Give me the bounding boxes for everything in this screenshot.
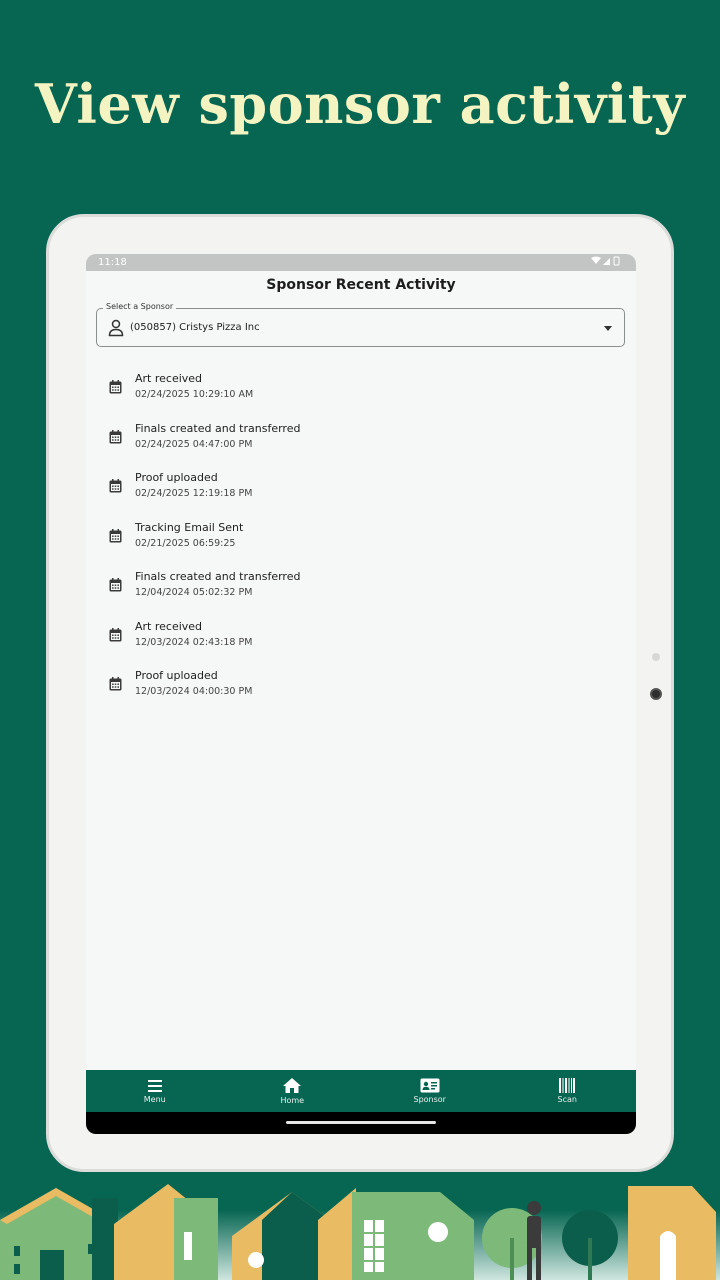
nav-menu-label: Menu: [143, 1094, 166, 1104]
nav-home[interactable]: Home: [224, 1070, 362, 1112]
bottom-nav: Menu Home Sponsor Scan: [86, 1070, 636, 1112]
nav-home-label: Home: [280, 1096, 305, 1105]
sponsor-select-label: Select a Sponsor: [103, 302, 177, 311]
calendar-icon: [109, 578, 122, 592]
activity-title: Finals created and transferred: [135, 570, 301, 583]
nav-sponsor-label: Sponsor: [413, 1095, 446, 1104]
activity-date: 02/24/2025 12:19:18 PM: [135, 488, 253, 499]
activity-date: 02/21/2025 06:59:25: [135, 537, 236, 549]
status-time: 11:18: [98, 257, 127, 268]
activity-date: 02/24/2025 10:29:10 AM: [135, 389, 254, 400]
calendar-icon: [109, 479, 122, 493]
activity-title: Proof uploaded: [135, 669, 218, 682]
sponsor-select-value: (050857) Cristys Pizza Inc: [130, 322, 260, 333]
activity-item[interactable]: Art received 02/24/2025 10:29:10 AM: [86, 368, 636, 418]
status-bar: 11:18: [86, 254, 636, 271]
nav-sponsor[interactable]: Sponsor: [361, 1070, 499, 1112]
activity-item[interactable]: Proof uploaded 12/03/2024 04:00:30 PM: [86, 665, 636, 715]
home-icon: [283, 1078, 302, 1093]
calendar-icon: [109, 528, 122, 542]
town-illustration: [0, 1184, 720, 1280]
activity-date: 12/03/2024 02:43:18 PM: [135, 636, 253, 648]
gesture-bar: [86, 1112, 636, 1134]
calendar-icon: [109, 429, 122, 443]
activity-date: 02/24/2025 04:47:00 PM: [135, 438, 253, 450]
calendar-icon: [109, 380, 122, 394]
activity-title: Art received: [135, 619, 203, 633]
nav-scan-label: Scan: [557, 1095, 577, 1104]
person-icon: [108, 319, 124, 337]
home-gesture-handle[interactable]: [286, 1121, 436, 1124]
sponsor-select[interactable]: Select a Sponsor (050857) Cristys Pizza …: [96, 302, 625, 347]
tablet-camera: [650, 688, 662, 700]
activity-item[interactable]: Finals created and transferred 12/04/2024…: [86, 566, 636, 616]
calendar-icon: [109, 677, 122, 691]
app-screen: 11:18 Sponsor Recent Activity Select a S…: [86, 254, 636, 1134]
activity-title: Tracking Email Sent: [135, 520, 244, 534]
activity-list: Art received 02/24/2025 10:29:10 AM Finals…: [86, 368, 636, 715]
activity-item[interactable]: Finals created and transferred 02/24/2025…: [86, 418, 636, 468]
headline: View sponsor activity: [34, 72, 686, 136]
page-title: Sponsor Recent Activity: [266, 277, 456, 293]
activity-item[interactable]: Art received 12/03/2024 02:43:18 PM: [86, 616, 636, 666]
tablet-sensor: [652, 653, 660, 661]
activity-item[interactable]: Proof uploaded 02/24/2025 12:19:18 PM: [86, 467, 636, 517]
calendar-icon: [109, 627, 122, 641]
status-icons: [590, 256, 622, 269]
activity-date: 12/04/2024 05:02:32 PM: [135, 587, 253, 598]
nav-menu[interactable]: Menu: [86, 1070, 224, 1112]
wifi-signal-battery-icon: [591, 256, 620, 266]
chevron-down-icon[interactable]: [604, 326, 612, 331]
activity-date: 12/03/2024 04:00:30 PM: [135, 686, 253, 697]
menu-icon: [147, 1079, 162, 1092]
activity-title: Art received: [135, 372, 203, 385]
activity-title: Finals created and transferred: [135, 421, 301, 435]
barcode-icon: [559, 1078, 576, 1093]
nav-scan[interactable]: Scan: [499, 1070, 637, 1112]
activity-item[interactable]: Tracking Email Sent 02/21/2025 06:59:25: [86, 517, 636, 567]
activity-title: Proof uploaded: [135, 471, 218, 484]
id-card-icon: [420, 1078, 440, 1093]
